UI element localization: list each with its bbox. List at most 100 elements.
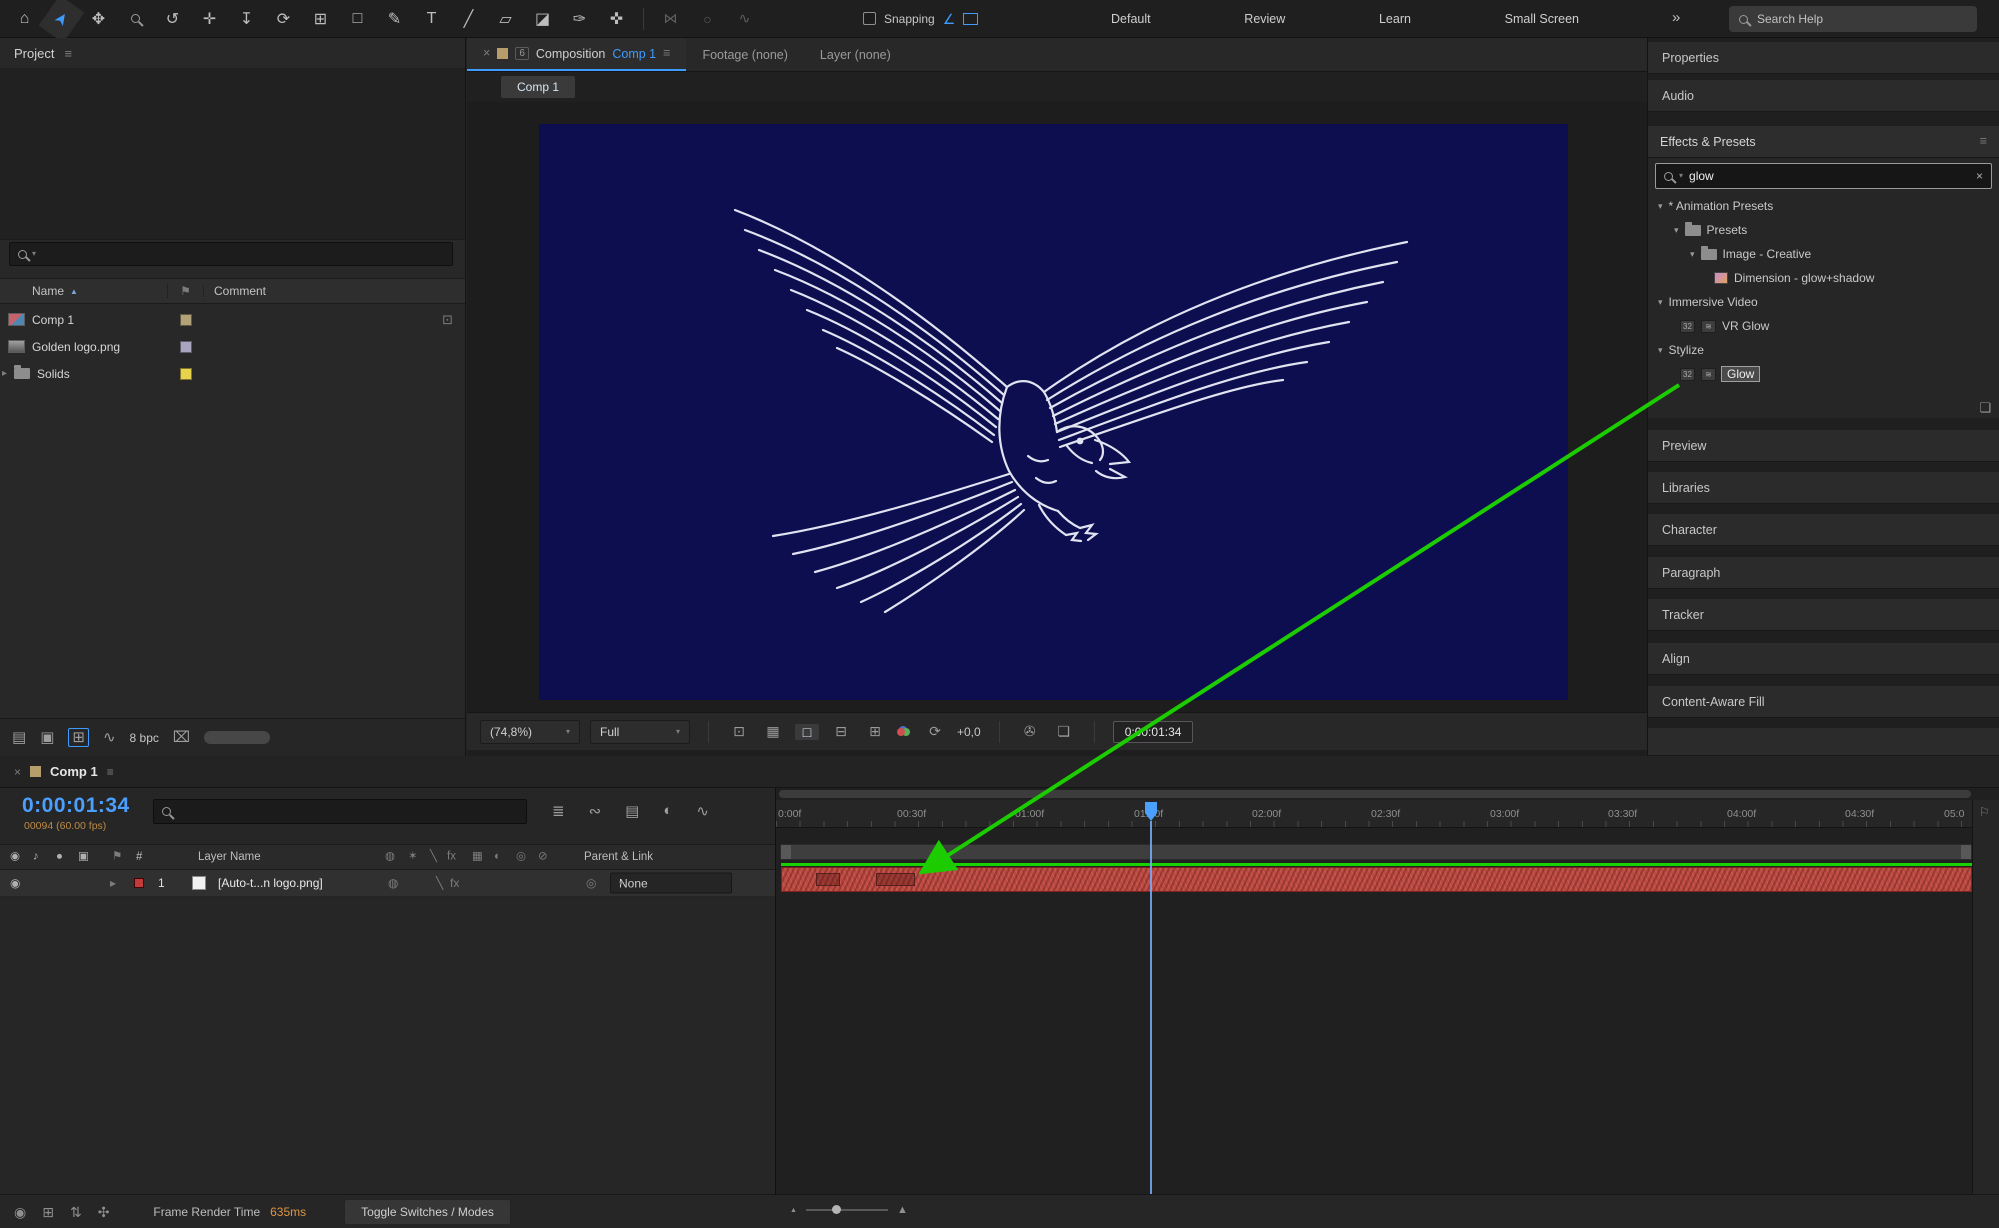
new-folder-icon[interactable]: ▣ [40,730,54,745]
fx-switch-icon[interactable]: fx [447,851,456,863]
region-of-interest-icon[interactable]: ⊡ [727,723,751,740]
layer-fx-icon[interactable]: fx [450,877,459,889]
list-view-icon[interactable]: ▤ [12,730,26,745]
motion-switch-icon[interactable]: ◎ [516,851,526,863]
project-search-input[interactable] [41,246,444,262]
tree-item-animation-presets[interactable]: ▾ * Animation Presets [1648,194,1999,218]
snapping-checkbox[interactable] [863,12,876,25]
new-composition-icon[interactable]: ⊞ [68,728,89,747]
off-switch-icon[interactable]: ⊘ [538,851,548,863]
audio-column-icon[interactable]: ♪ [33,851,39,863]
project-panel-header[interactable]: Project ≡ [0,38,465,68]
trash-icon[interactable]: ⌧ [173,730,190,745]
workspace-default[interactable]: Default [1105,8,1157,30]
graph-editor-icon[interactable]: ∿ [696,802,709,820]
eye-column-icon[interactable]: ◉ [10,851,20,863]
orbit-camera-tool-icon[interactable]: ↺ [154,4,191,34]
effects-switch-icon[interactable]: ✶ [408,851,418,863]
layer-mask-icon[interactable]: ╲ [436,877,443,889]
timeline-tab-label[interactable]: Comp 1 [50,764,98,779]
panel-preview[interactable]: Preview [1648,430,1999,462]
label-column-icon[interactable]: ⚑ [112,851,122,863]
clone-stamp-tool-icon[interactable]: ▱ [487,4,524,34]
toggle-switches-modes-button[interactable]: Toggle Switches / Modes [344,1198,511,1225]
close-icon[interactable]: × [14,766,21,778]
close-icon[interactable]: × [483,47,490,60]
resolution-dropdown[interactable]: Full ▾ [590,719,690,744]
adjust-levels-icon[interactable]: ∿ [103,730,116,745]
panel-tracker[interactable]: Tracker [1648,599,1999,631]
rotation-tool-icon[interactable]: ⟳ [265,4,302,34]
label-color-chip[interactable] [180,313,192,326]
panel-corner-icon[interactable]: ❏ [1979,401,1991,414]
panel-character[interactable]: Character [1648,514,1999,546]
work-area-bar[interactable] [780,844,1972,860]
time-ruler[interactable]: 0:00f 00:30f 01:00f 01:30f 02:00f 02:30f… [776,800,1972,828]
project-search-box[interactable]: ▾ [9,242,453,266]
snap-frame-icon[interactable] [963,12,979,25]
chevron-down-icon[interactable]: ▾ [1658,297,1663,308]
workspace-small-screen[interactable]: Small Screen [1499,8,1585,30]
current-time-display[interactable]: 0:00:01:34 [22,794,130,818]
layer-row[interactable]: ◉ ▸ 1 [Auto-t...n logo.png] ◍ ╲ fx ◎ Non… [0,870,775,897]
type-tool-icon[interactable]: T [413,4,450,34]
effects-search-input[interactable] [1689,169,1970,183]
panel-align[interactable]: Align [1648,643,1999,675]
sort-indicator-icon[interactable]: ▲ [70,287,78,296]
frame-blending-icon[interactable]: ▤ [625,802,639,820]
tab-footage[interactable]: Footage (none) [686,38,803,71]
panel-partial[interactable] [1648,728,1999,756]
workspace-overflow-icon[interactable]: » [1672,9,1680,26]
channel-color-icon[interactable] [897,726,913,738]
column-comment-label[interactable]: Comment [204,284,266,298]
scrollbar-thumb[interactable] [204,731,271,744]
panel-paragraph[interactable]: Paragraph [1648,557,1999,589]
lock-column-icon[interactable]: ▣ [78,851,89,863]
layer-duration-bar[interactable] [781,867,1972,892]
snapshot-icon[interactable]: ✇ [1018,723,1042,740]
mask-visibility-icon[interactable]: □ [795,723,819,740]
expand-layer-switches-icon[interactable]: ◉ [14,1205,26,1219]
zoom-tool-icon[interactable] [117,4,154,34]
hand-tool-icon[interactable]: ✥ [80,4,117,34]
stabilize-tool-icon[interactable]: ○ [689,4,726,34]
zoom-slider-knob[interactable] [831,1205,841,1214]
reset-exposure-icon[interactable]: ⟳ [923,723,947,740]
timeline-search-box[interactable] [153,799,527,824]
home-icon[interactable]: ⌂ [6,4,43,34]
pan-camera-tool-icon[interactable]: ✛ [191,4,228,34]
zoom-in-icon[interactable]: ▲ [897,1204,908,1216]
label-color-chip[interactable] [180,367,192,380]
pen-tool-icon[interactable]: ✎ [376,4,413,34]
tab-composition[interactable]: × 6 Composition Comp 1 ≡ [467,38,687,71]
timeline-search-input[interactable] [171,804,518,819]
panel-menu-icon[interactable]: ≡ [64,47,72,60]
pan-behind-tool-icon[interactable]: ⊞ [302,4,339,34]
chevron-down-icon[interactable]: ▾ [1658,345,1663,356]
playhead-line[interactable] [1150,821,1152,1194]
expand-chevron-icon[interactable]: ▸ [2,368,7,379]
trim-tool-icon[interactable]: ∿ [726,4,763,34]
tree-item-immersive-video[interactable]: ▾ Immersive Video [1648,290,1999,314]
preview-time-display[interactable]: 0:00:01:34 [1112,720,1194,743]
comp-marker-icon[interactable]: ⚐ [1979,806,1990,818]
effects-panel-header[interactable]: Effects & Presets ≡ [1648,126,1999,158]
exposure-value[interactable]: +0,0 [957,725,981,739]
rectangle-tool-icon[interactable]: □ [339,4,376,34]
layer-quality-icon[interactable]: ◍ [388,877,398,889]
snap-angle-icon[interactable]: ∠ [943,12,956,26]
puppet-pin-tool-icon[interactable]: ✜ [598,4,635,34]
blend-switch-icon[interactable]: ▦ [472,851,483,863]
label-column-icon[interactable]: ⚑ [180,285,191,297]
expand-transfer-controls-icon[interactable]: ⊞ [42,1205,54,1219]
layer-name-column-label[interactable]: Layer Name [198,851,261,863]
effects-search-box[interactable]: ▾ × [1655,163,1992,189]
keyframe-region[interactable] [876,873,915,886]
parent-link-column-label[interactable]: Parent & Link [584,851,653,863]
zoom-out-icon[interactable]: ▲ [790,1207,797,1214]
layer-visibility-icon[interactable]: ◉ [10,877,20,889]
expand-in-out-columns-icon[interactable]: ⇅ [70,1205,82,1219]
tree-item-presets[interactable]: ▾ Presets [1648,218,1999,242]
parent-dropdown[interactable]: None ▾ [610,872,732,894]
layer-name[interactable]: [Auto-t...n logo.png] [218,876,323,890]
